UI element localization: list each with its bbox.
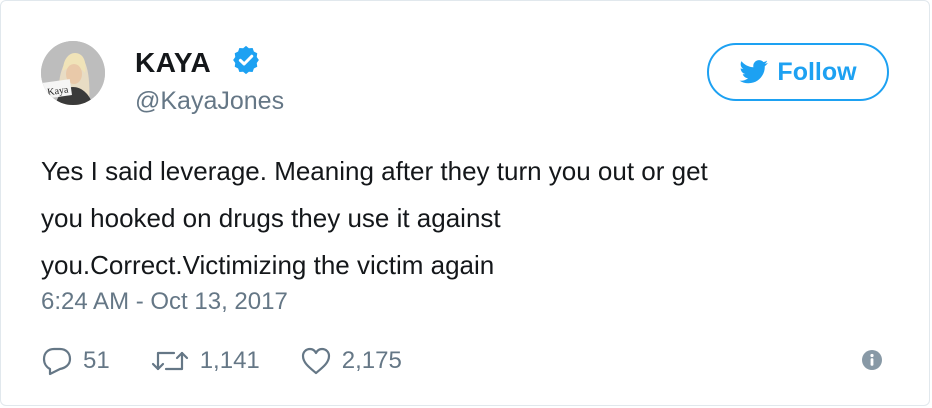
tweet-text-line: Yes I said leverage. Meaning after they …	[41, 156, 708, 186]
display-name[interactable]: KAYA	[135, 47, 211, 79]
like-count: 2,175	[341, 347, 402, 374]
follow-button-label: Follow	[777, 57, 857, 86]
heart-icon	[301, 347, 330, 375]
reply-action[interactable]: 51	[41, 346, 110, 376]
tweet-text-line: you hooked on drugs they use it against	[41, 203, 501, 233]
bird-icon	[739, 60, 769, 84]
retweet-icon	[151, 351, 188, 371]
avatar-photo: Kaya	[41, 41, 105, 105]
user-handle[interactable]: @KayaJones	[135, 87, 284, 116]
avatar[interactable]: Kaya	[41, 41, 105, 105]
tweet-actions: 51 1,141 2,175	[41, 343, 442, 379]
retweet-action[interactable]: 1,141	[150, 347, 260, 375]
tweet-card: Kaya KAYA @KayaJones Follow Yes I said l…	[0, 0, 930, 406]
tweet-text: Yes I said leverage. Meaning after they …	[41, 148, 901, 289]
follow-button[interactable]: Follow	[707, 43, 889, 101]
like-action[interactable]: 2,175	[300, 346, 402, 376]
info-icon[interactable]	[861, 349, 883, 371]
reply-icon	[42, 347, 72, 376]
verified-badge-icon	[233, 45, 259, 75]
tweet-timestamp[interactable]: 6:24 AM - Oct 13, 2017	[41, 288, 288, 316]
tweet-text-line: you.Correct.Victimizing the victim again	[41, 250, 495, 280]
retweet-count: 1,141	[199, 347, 260, 374]
reply-count: 51	[83, 347, 110, 374]
